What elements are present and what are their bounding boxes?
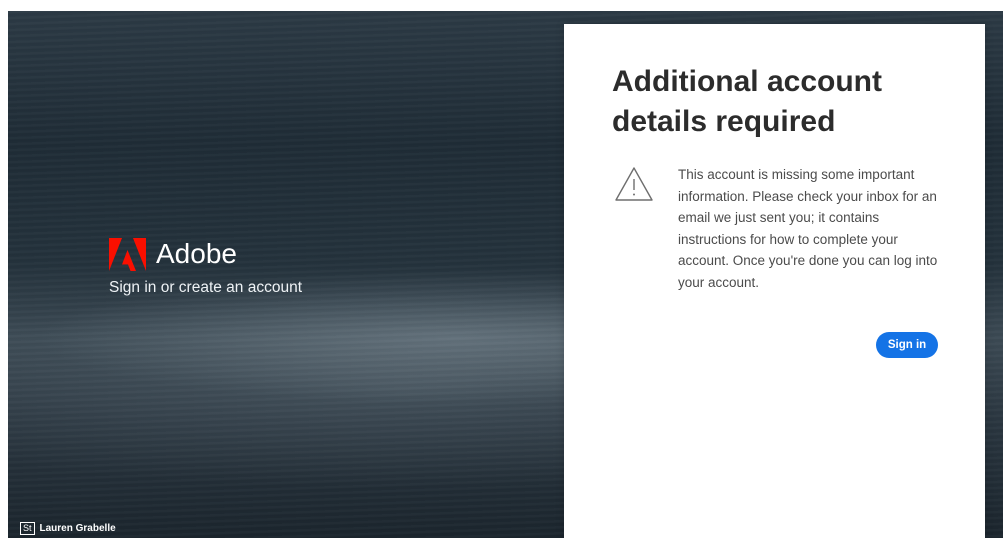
account-details-card: Additional account details required This… — [564, 24, 985, 538]
brand-block: Adobe Sign in or create an account — [109, 237, 302, 297]
photo-credit-name: Lauren Grabelle — [39, 523, 116, 534]
adobe-logo-icon — [109, 237, 146, 271]
photo-credit: St Lauren Grabelle — [20, 522, 116, 535]
tagline: Sign in or create an account — [109, 279, 303, 296]
brand-name: Adobe — [156, 238, 237, 269]
card-title: Additional account details required — [612, 65, 882, 138]
brand-row: Adobe — [109, 237, 302, 271]
stock-badge: St — [20, 522, 35, 535]
warning-triangle-icon — [615, 167, 653, 201]
account-message: This account is missing some important i… — [678, 167, 938, 290]
sign-in-button[interactable]: Sign in — [876, 332, 938, 358]
